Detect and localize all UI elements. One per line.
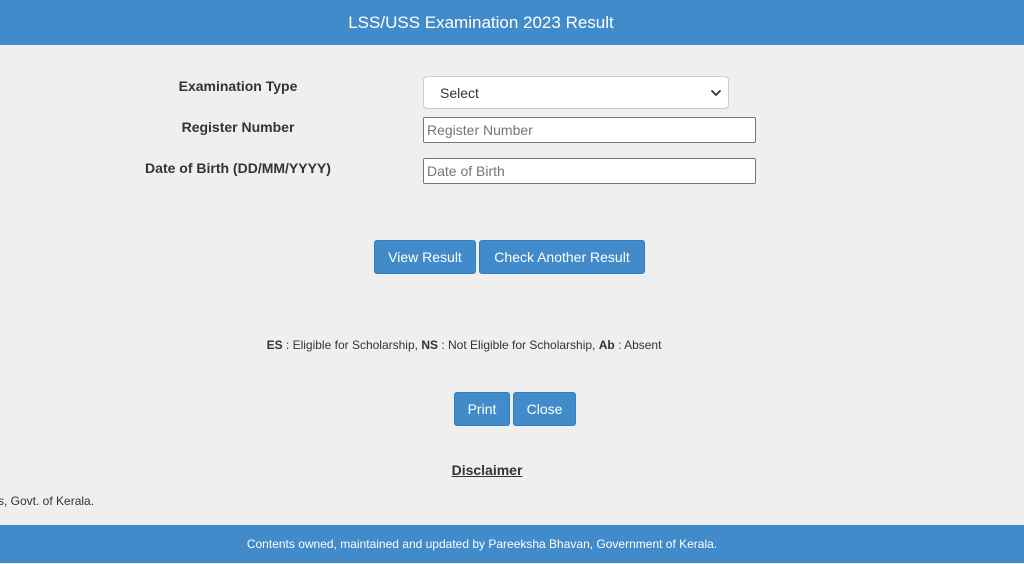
result-page: LSS/USS Examination 2023 Result Examinat… <box>0 0 1024 564</box>
page-title: LSS/USS Examination 2023 Result <box>348 13 614 32</box>
view-result-button[interactable]: View Result <box>374 240 476 274</box>
legend-ab-abbr: Ab <box>598 338 615 352</box>
legend-ns-abbr: NS <box>421 338 438 352</box>
legend-es-abbr: ES <box>266 338 283 352</box>
exam-type-select[interactable]: Select <box>423 76 729 109</box>
page-footer: Contents owned, maintained and updated b… <box>0 525 1024 563</box>
chevron-down-icon <box>711 90 721 96</box>
disclaimer-text: s, Govt. of Kerala. <box>0 494 95 508</box>
legend-ab-text: : Absent <box>614 338 662 352</box>
dob-input[interactable] <box>423 158 756 184</box>
result-legend: ES : Eligible for Scholarship, NS : Not … <box>0 338 928 352</box>
register-number-input[interactable] <box>423 117 756 143</box>
legend-ns-text: : Not Eligible for Scholarship, <box>437 338 599 352</box>
disclaimer-heading: Disclaimer <box>451 462 523 478</box>
dob-label: Date of Birth (DD/MM/YYYY) <box>145 160 331 176</box>
register-number-label: Register Number <box>181 119 295 135</box>
check-another-result-button[interactable]: Check Another Result <box>479 240 645 274</box>
print-button[interactable]: Print <box>454 392 510 426</box>
legend-es-text: : Eligible for Scholarship, <box>282 338 422 352</box>
exam-type-label: Examination Type <box>178 78 298 94</box>
close-button[interactable]: Close <box>513 392 576 426</box>
footer-text: Contents owned, maintained and updated b… <box>246 537 718 551</box>
exam-type-selected-value: Select <box>440 85 479 101</box>
page-header: LSS/USS Examination 2023 Result <box>0 0 1024 45</box>
